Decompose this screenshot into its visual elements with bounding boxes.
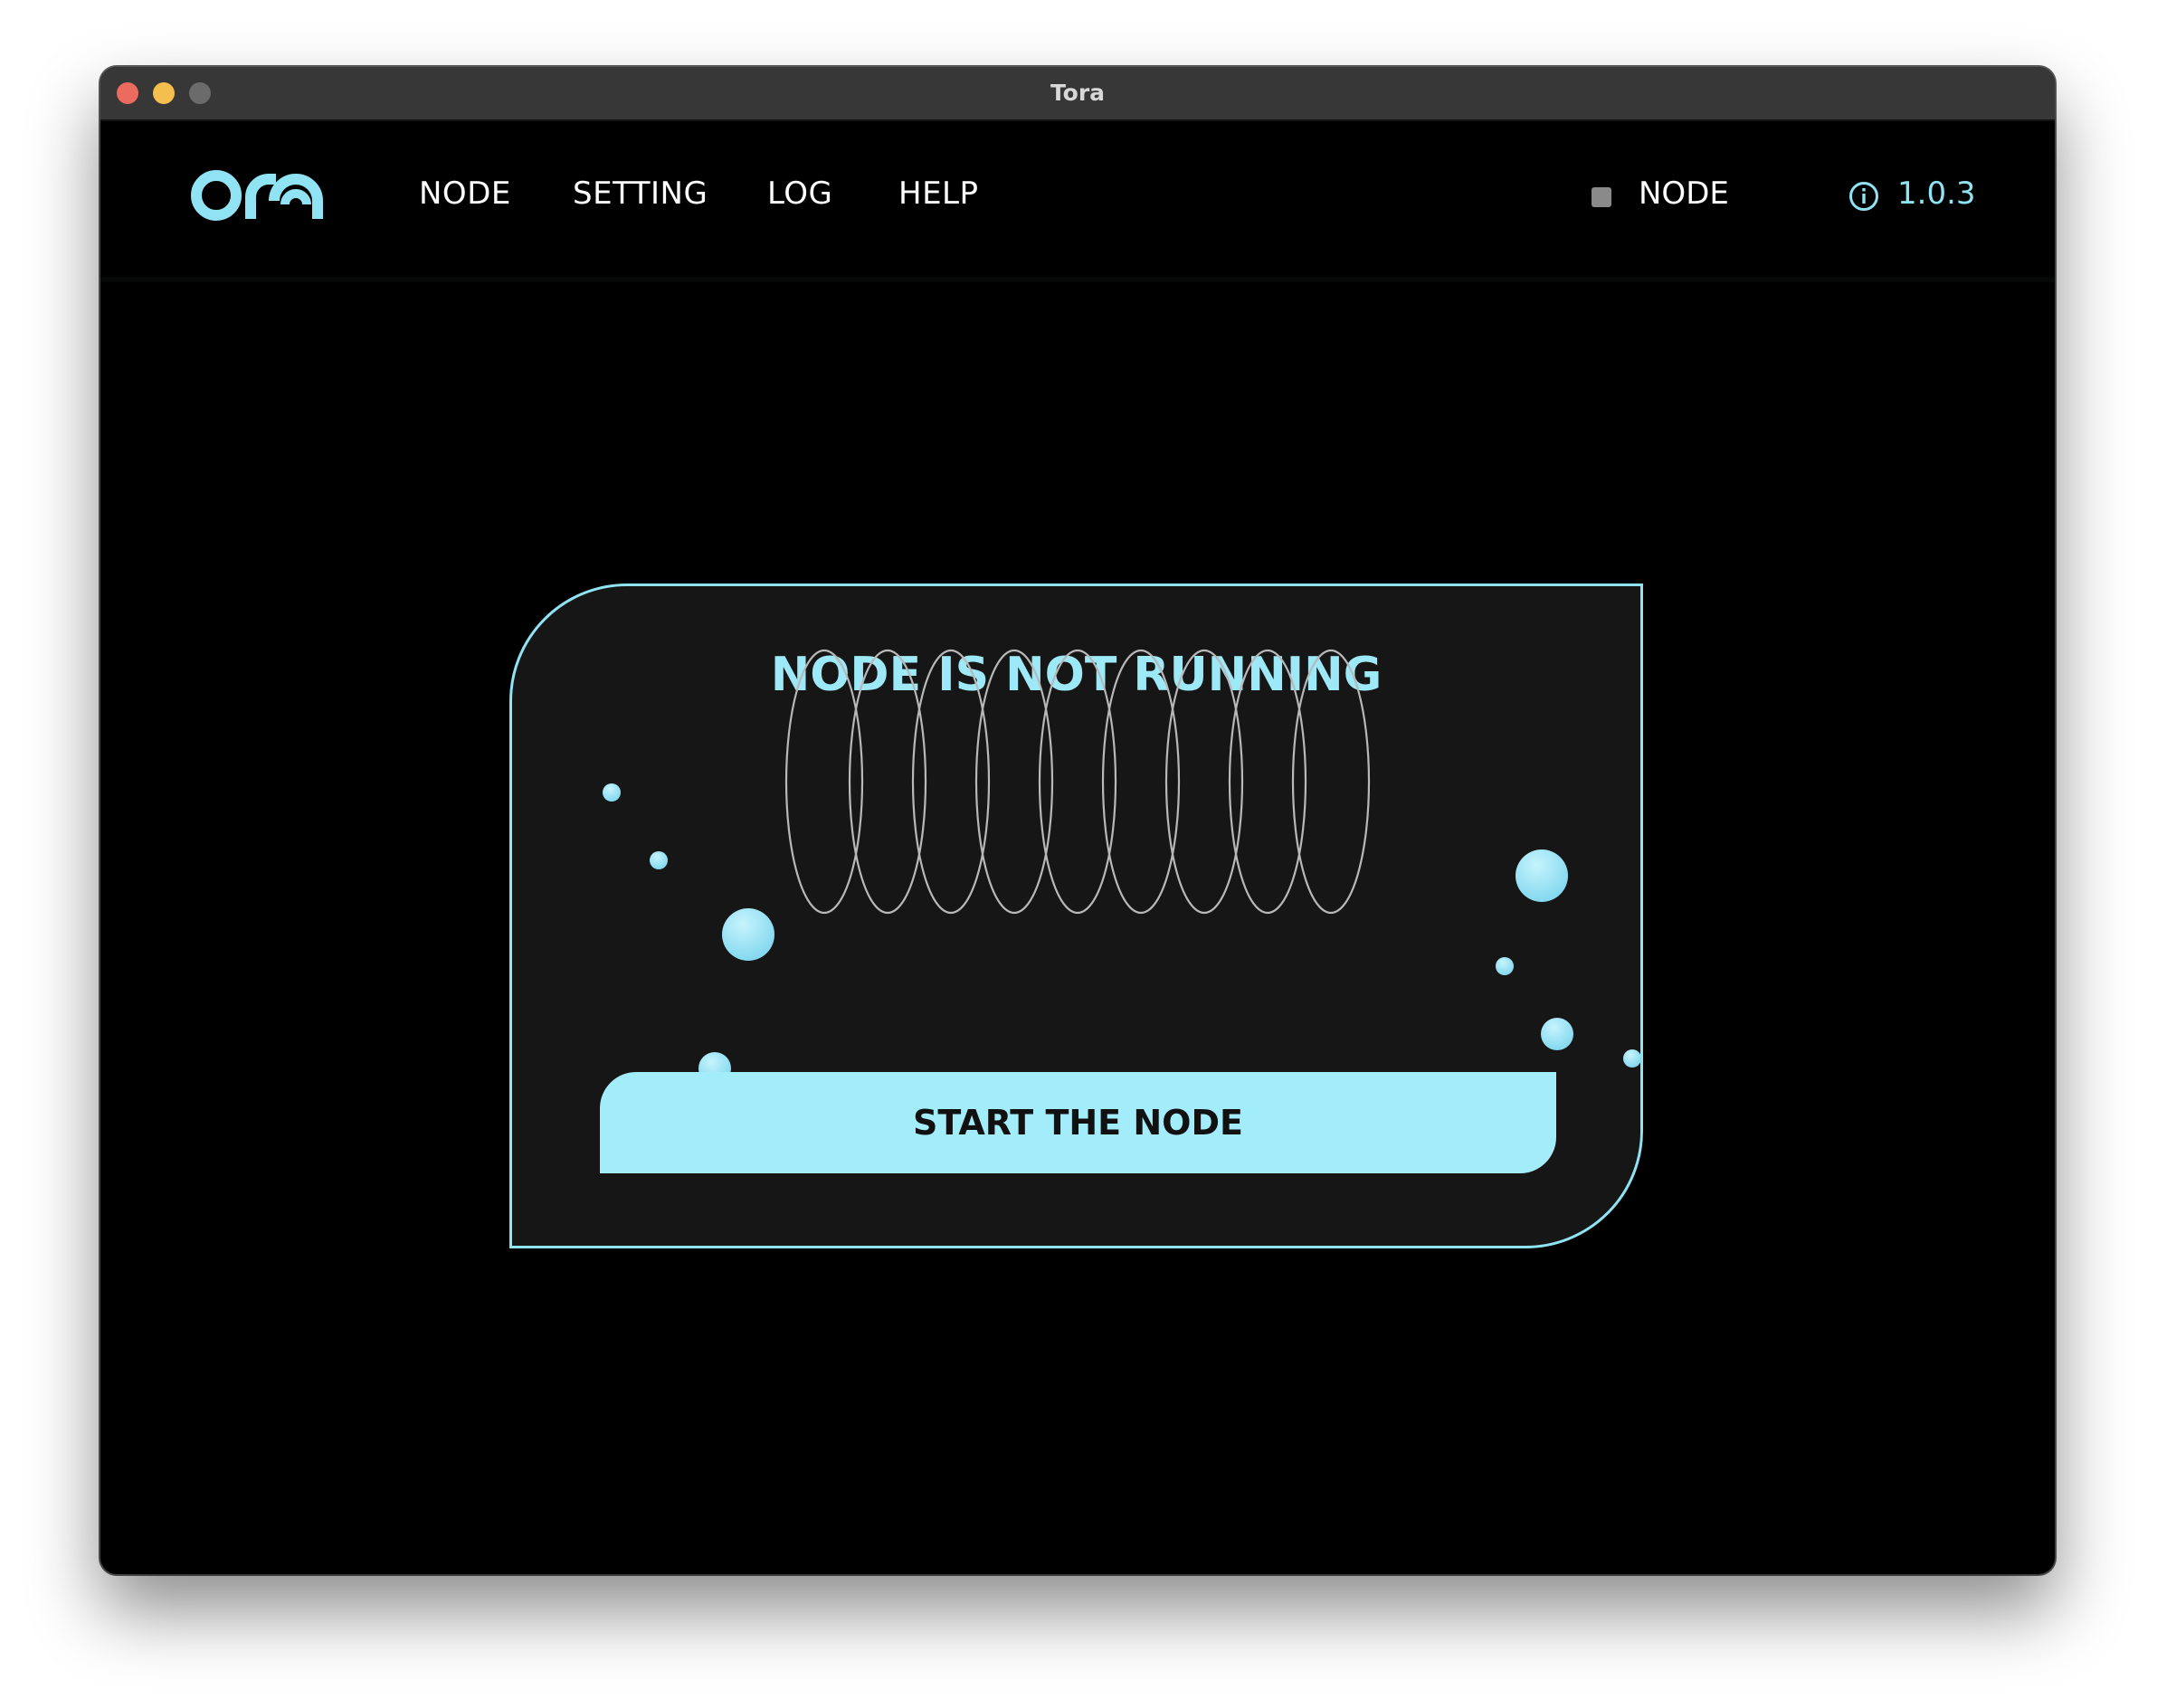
top-navbar: NODE SETTING LOG HELP NODE 1.0.3 <box>100 121 2055 282</box>
nav-setting[interactable]: SETTING <box>573 172 708 215</box>
info-icon[interactable] <box>1848 181 1879 212</box>
node-status-indicator-icon <box>1592 187 1611 207</box>
node-status-title: NODE IS NOT RUNNING <box>770 648 1383 702</box>
version-label: 1.0.3 <box>1897 176 1976 212</box>
title-bar[interactable]: Tora <box>100 67 2055 121</box>
node-status-label: NODE <box>1639 176 1729 212</box>
start-node-button[interactable]: START THE NODE <box>600 1072 1556 1173</box>
app-window: Tora NODE SETTING LOG HELP NODE 1.0.3 NO… <box>100 67 2055 1574</box>
ora-logo-icon[interactable] <box>191 165 336 223</box>
nav-log[interactable]: LOG <box>767 172 832 215</box>
window-title: Tora <box>1050 80 1106 106</box>
nav-help[interactable]: HELP <box>898 172 979 215</box>
nav-node[interactable]: NODE <box>419 172 511 215</box>
node-status-card: NODE IS NOT RUNNING START THE NODE <box>509 584 1643 1248</box>
